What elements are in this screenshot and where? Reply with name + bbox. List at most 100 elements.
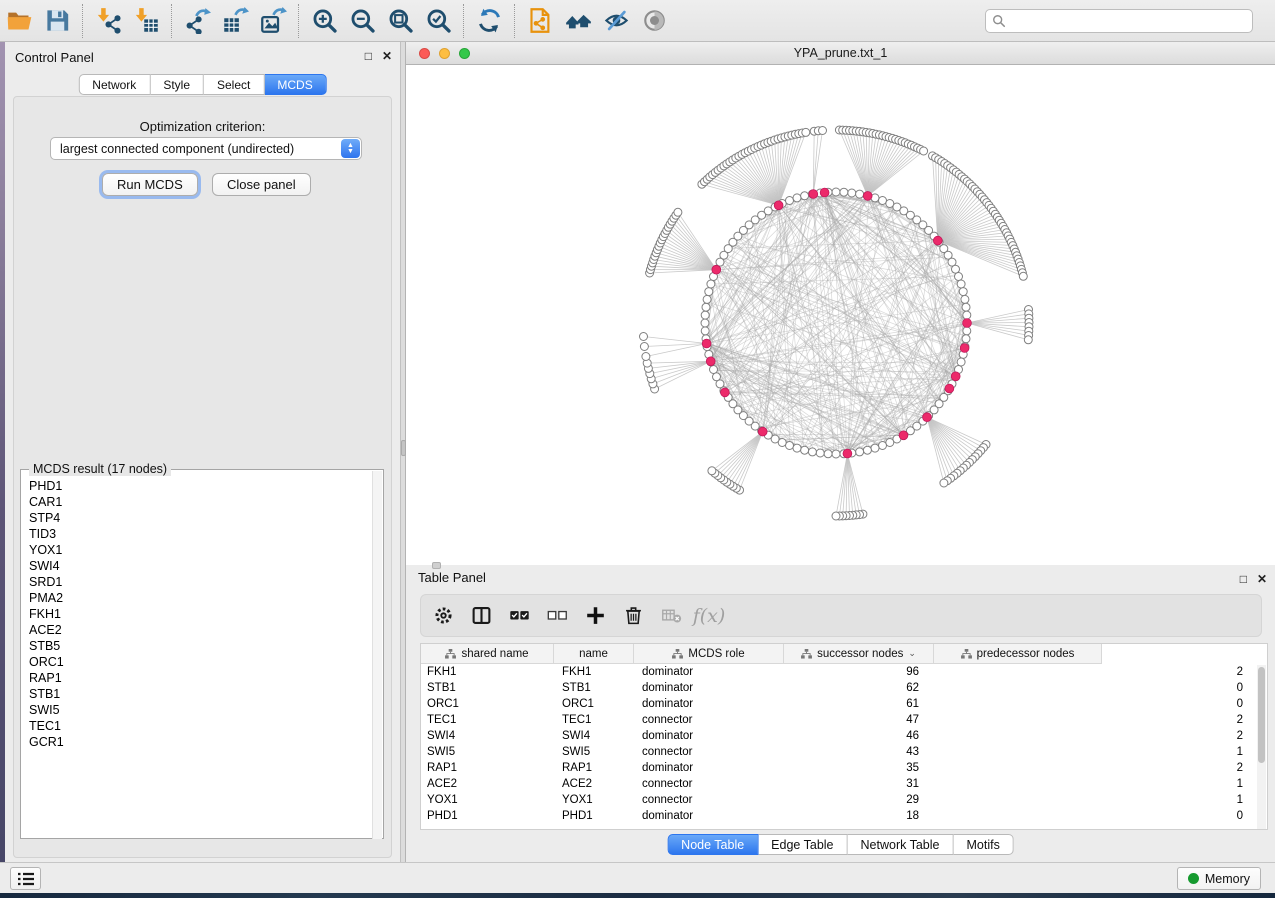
zoom-out-icon[interactable] <box>343 3 381 39</box>
zoom-fit-icon[interactable] <box>381 3 419 39</box>
column-header-predecessor-nodes[interactable]: predecessor nodes <box>934 644 1102 664</box>
mcds-result-item[interactable]: SRD1 <box>29 574 374 590</box>
table-row[interactable]: STB1STB1dominator620 <box>421 680 1267 696</box>
cell: connector <box>636 714 786 726</box>
mcds-result-item[interactable]: GCR1 <box>29 734 374 750</box>
run-mcds-button[interactable]: Run MCDS <box>102 173 198 196</box>
table-row[interactable]: SWI5SWI5connector431 <box>421 744 1267 760</box>
tab-motifs[interactable]: Motifs <box>953 834 1013 855</box>
export-table-icon[interactable] <box>216 3 254 39</box>
mcds-result-item[interactable]: SWI5 <box>29 702 374 718</box>
mcds-result-item[interactable]: ORC1 <box>29 654 374 670</box>
cell: YOX1 <box>556 794 636 806</box>
table-row[interactable]: YOX1YOX1connector291 <box>421 792 1267 808</box>
optimization-criterion-select[interactable]: largest connected component (undirected)… <box>50 137 362 160</box>
toolbar-separator <box>171 4 172 38</box>
mcds-result-item[interactable]: TID3 <box>29 526 374 542</box>
cell: 0 <box>936 810 1263 822</box>
table-row[interactable]: RAP1RAP1dominator352 <box>421 760 1267 776</box>
column-header-successor-nodes[interactable]: successor nodes⌄ <box>784 644 934 664</box>
deselect-all-icon[interactable] <box>545 604 569 628</box>
delete-row-icon[interactable] <box>621 604 645 628</box>
mcds-result-item[interactable]: STB1 <box>29 686 374 702</box>
houses-icon[interactable] <box>559 3 597 39</box>
cell: 1 <box>936 794 1263 806</box>
mcds-result-item[interactable]: RAP1 <box>29 670 374 686</box>
function-builder-icon[interactable]: f(x) <box>697 604 721 628</box>
close-panel-icon[interactable]: ✕ <box>1257 572 1267 586</box>
cell: PHD1 <box>421 810 556 822</box>
mcds-result-item[interactable]: STB5 <box>29 638 374 654</box>
network-window-titlebar[interactable]: YPA_prune.txt_1 <box>406 42 1275 65</box>
select-all-icon[interactable] <box>507 604 531 628</box>
tab-mcds[interactable]: MCDS <box>264 74 326 95</box>
share-document-icon[interactable] <box>521 3 559 39</box>
network-graph[interactable] <box>406 65 1275 565</box>
table-panel-title: Table Panel <box>418 570 486 585</box>
cell: dominator <box>636 810 786 822</box>
mcds-result-list[interactable]: PHD1CAR1STP4TID3YOX1SWI4SRD1PMA2FKH1ACE2… <box>22 478 374 830</box>
import-table-icon[interactable] <box>127 3 165 39</box>
float-panel-icon[interactable]: □ <box>1240 572 1247 586</box>
delete-table-icon[interactable] <box>659 604 683 628</box>
table-row[interactable]: TEC1TEC1connector472 <box>421 712 1267 728</box>
column-header-shared-name[interactable]: shared name <box>421 644 554 664</box>
zoom-in-icon[interactable] <box>305 3 343 39</box>
table-row[interactable]: ORC1ORC1dominator610 <box>421 696 1267 712</box>
network-view-canvas[interactable] <box>406 65 1275 565</box>
mcds-result-item[interactable]: PHD1 <box>29 478 374 494</box>
table-body: FKH1FKH1dominator962STB1STB1dominator620… <box>421 664 1267 824</box>
mcds-result-item[interactable]: ACE2 <box>29 622 374 638</box>
table-row[interactable]: ACE2ACE2connector311 <box>421 776 1267 792</box>
float-panel-icon[interactable]: □ <box>365 49 372 63</box>
column-header-name[interactable]: name <box>554 644 634 664</box>
tab-node-table[interactable]: Node Table <box>667 834 758 855</box>
tab-network[interactable]: Network <box>78 74 150 95</box>
tab-select[interactable]: Select <box>204 74 264 95</box>
cell: connector <box>636 778 786 790</box>
cell: 18 <box>786 810 936 822</box>
memory-button[interactable]: Memory <box>1177 867 1261 890</box>
close-panel-button[interactable]: Close panel <box>212 173 311 196</box>
cell: STB1 <box>421 682 556 694</box>
sort-chevron-icon[interactable]: ⌄ <box>908 648 916 659</box>
tab-style[interactable]: Style <box>150 74 204 95</box>
table-row[interactable]: PHD1PHD1dominator180 <box>421 808 1267 824</box>
tab-network-table[interactable]: Network Table <box>848 834 954 855</box>
refresh-icon[interactable] <box>470 3 508 39</box>
column-header-mcds-role[interactable]: MCDS role <box>634 644 784 664</box>
mcds-result-item[interactable]: FKH1 <box>29 606 374 622</box>
save-session-icon[interactable] <box>38 3 76 39</box>
table-row[interactable]: FKH1FKH1dominator962 <box>421 664 1267 680</box>
export-network-icon[interactable] <box>178 3 216 39</box>
split-view-icon[interactable] <box>469 604 493 628</box>
settings-icon[interactable] <box>431 604 455 628</box>
import-network-icon[interactable] <box>89 3 127 39</box>
mcds-result-item[interactable]: YOX1 <box>29 542 374 558</box>
mcds-result-item[interactable]: PMA2 <box>29 590 374 606</box>
mcds-list-scrollbar[interactable] <box>372 471 382 839</box>
horizontal-splitter-knob[interactable] <box>432 562 441 569</box>
close-panel-icon[interactable]: ✕ <box>382 49 392 63</box>
mcds-result-item[interactable]: SWI4 <box>29 558 374 574</box>
mcds-result-item[interactable]: CAR1 <box>29 494 374 510</box>
tab-edge-table[interactable]: Edge Table <box>758 834 847 855</box>
open-file-icon[interactable] <box>0 3 38 39</box>
mcds-result-item[interactable]: STP4 <box>29 510 374 526</box>
table-tabs: Node TableEdge TableNetwork TableMotifs <box>667 834 1014 855</box>
hide-graphics-icon[interactable] <box>597 3 635 39</box>
toolbar-separator <box>514 4 515 38</box>
scrollbar-thumb[interactable] <box>1258 667 1265 763</box>
task-history-button[interactable] <box>10 867 41 890</box>
mcds-result-item[interactable]: TEC1 <box>29 718 374 734</box>
search-box[interactable] <box>985 9 1253 33</box>
add-row-icon[interactable] <box>583 604 607 628</box>
cell: 1 <box>936 778 1263 790</box>
export-image-icon[interactable] <box>254 3 292 39</box>
node-table[interactable]: shared namenameMCDS rolesuccessor nodes⌄… <box>420 643 1268 830</box>
search-input[interactable] <box>1006 11 1252 31</box>
show-graphics-details-icon[interactable] <box>635 3 673 39</box>
table-scrollbar[interactable] <box>1257 665 1266 829</box>
table-row[interactable]: SWI4SWI4dominator462 <box>421 728 1267 744</box>
zoom-selected-icon[interactable] <box>419 3 457 39</box>
